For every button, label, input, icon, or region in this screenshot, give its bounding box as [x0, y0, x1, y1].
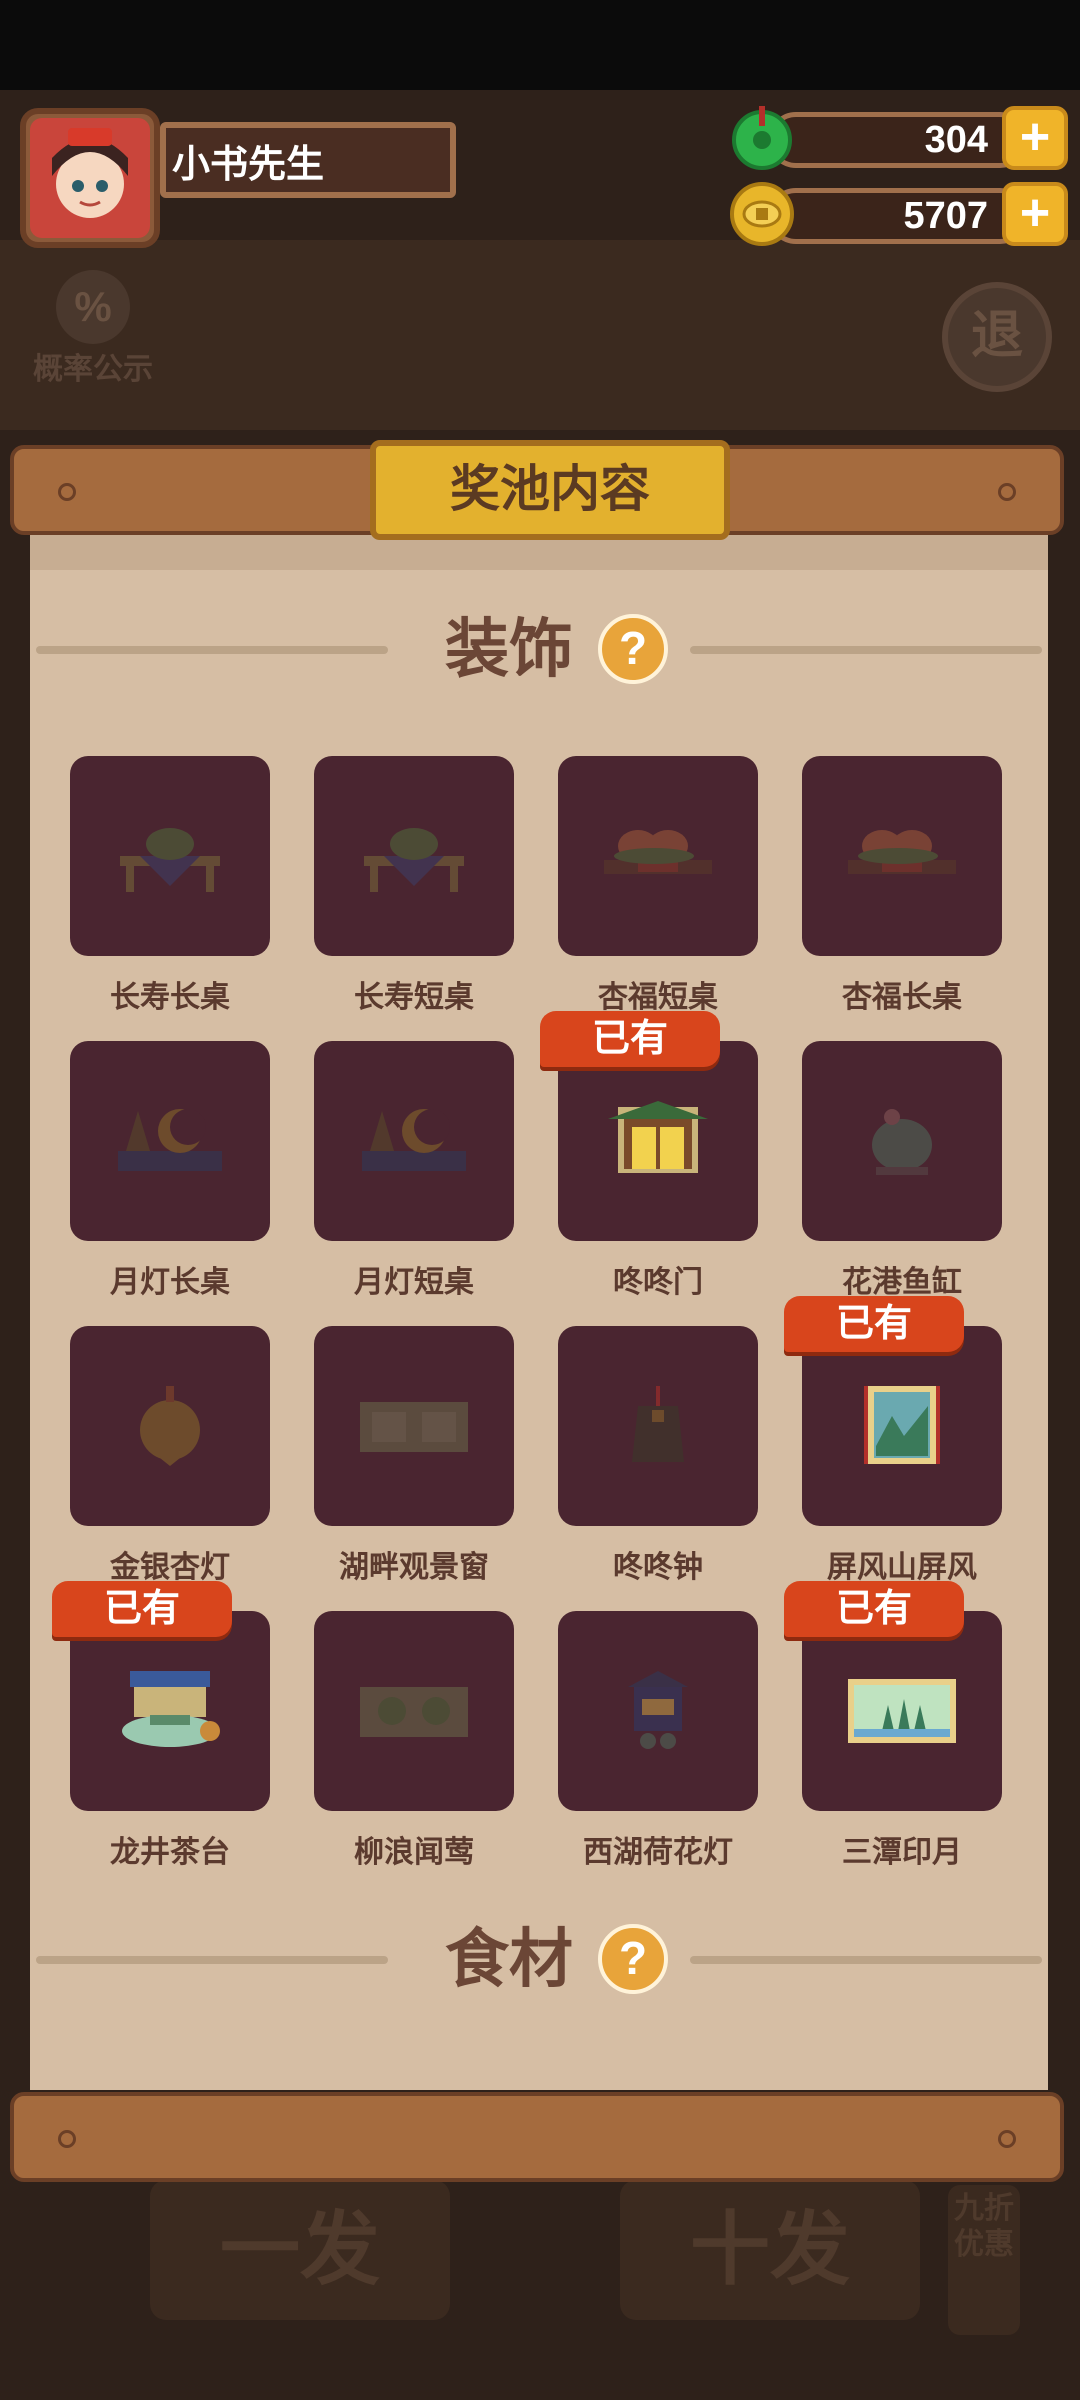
jade-bar [768, 112, 1028, 168]
item-card[interactable] [314, 1041, 514, 1241]
bolt-icon [58, 483, 76, 501]
item-name: 长寿长桌 [110, 981, 230, 1014]
bolt-icon [58, 2130, 76, 2148]
item-icon [364, 828, 464, 892]
item-icon [864, 1386, 940, 1464]
section-header-ingredients: 食材 ? [30, 1914, 1048, 2004]
item-name: 长寿短桌 [354, 981, 474, 1014]
item-icon [118, 1109, 222, 1171]
ten-draw-button[interactable]: 十发 [620, 2180, 920, 2320]
item-name: 咚咚钟 [613, 1551, 703, 1584]
discount-tag: 九折优惠 [948, 2185, 1020, 2335]
item-icon [872, 1109, 932, 1175]
add-jade-button[interactable]: + [1002, 106, 1068, 170]
item-card[interactable] [314, 1611, 514, 1811]
jade-icon [732, 106, 792, 170]
item-card[interactable] [558, 1611, 758, 1811]
gold-currency: 5707 + [728, 180, 1068, 250]
owned-badge: 已有 [52, 1581, 232, 1637]
owned-badge: 已有 [784, 1296, 964, 1352]
item-name: 柳浪闻莺 [354, 1836, 474, 1869]
probability-label: 概率公示 [33, 353, 153, 386]
item-name: 龙井茶台 [110, 1836, 230, 1869]
section-label: 食材 [445, 1923, 573, 1995]
avatar-portrait-icon [30, 118, 150, 238]
bolt-icon [998, 483, 1016, 501]
item-icon [360, 1402, 468, 1452]
gold-bar [768, 188, 1028, 244]
item-icon [120, 828, 220, 892]
bottom-scroll-beam [10, 2092, 1064, 2182]
section-header-decoration: 装饰 ? [30, 604, 1048, 694]
single-draw-button[interactable]: 一发 [150, 2180, 450, 2320]
player-avatar[interactable] [20, 108, 160, 248]
bolt-icon [998, 2130, 1016, 2148]
item-icon [362, 1109, 466, 1171]
item-card[interactable] [70, 1326, 270, 1526]
item-name: 咚咚门 [613, 1266, 703, 1299]
item-icon [848, 1679, 956, 1743]
item-card[interactable] [558, 756, 758, 956]
item-icon [848, 830, 956, 874]
exit-button[interactable]: 退 [942, 282, 1052, 392]
gold-coin-icon [730, 182, 794, 246]
item-card[interactable] [314, 756, 514, 956]
divider-line [690, 1956, 1042, 1964]
item-icon [604, 830, 712, 874]
percent-gear-icon: % [56, 270, 130, 344]
owned-badge: 已有 [784, 1581, 964, 1637]
item-name: 月灯长桌 [110, 1266, 230, 1299]
divider-line [36, 1956, 388, 1964]
player-name: 小书先生 [160, 122, 456, 198]
item-name: 西湖荷花灯 [583, 1836, 733, 1869]
panel-title: 奖池内容 [370, 440, 730, 540]
item-icon [632, 1386, 684, 1462]
help-icon[interactable]: ? [598, 1924, 668, 1994]
item-card[interactable] [70, 756, 270, 956]
jade-value: 304 [924, 119, 988, 161]
item-name: 湖畔观景窗 [339, 1551, 489, 1584]
item-name: 月灯短桌 [354, 1266, 474, 1299]
gold-value: 5707 [903, 195, 988, 237]
status-bar [0, 0, 1080, 90]
item-card[interactable] [558, 1326, 758, 1526]
item-card[interactable] [70, 1041, 270, 1241]
divider-line [690, 646, 1042, 654]
item-icon [628, 1671, 688, 1749]
probability-button[interactable]: % 概率公示 [18, 270, 168, 390]
item-card[interactable] [802, 1611, 1002, 1811]
item-icon [360, 1687, 468, 1737]
add-gold-button[interactable]: + [1002, 182, 1068, 246]
jade-currency: 304 + [728, 104, 1068, 174]
item-card[interactable] [802, 1041, 1002, 1241]
item-name: 杏福短桌 [598, 981, 718, 1014]
item-name: 屏风山屏风 [827, 1551, 977, 1584]
divider-line [36, 646, 388, 654]
item-name: 金银杏灯 [110, 1551, 230, 1584]
item-name: 花港鱼缸 [842, 1266, 962, 1299]
item-name: 三潭印月 [842, 1836, 962, 1869]
item-card[interactable] [314, 1326, 514, 1526]
item-name: 杏福长桌 [842, 981, 962, 1014]
item-card[interactable] [558, 1041, 758, 1241]
item-card[interactable] [802, 1326, 1002, 1526]
item-icon [122, 1671, 220, 1747]
section-label: 装饰 [445, 613, 573, 685]
item-card[interactable] [70, 1611, 270, 1811]
owned-badge: 已有 [540, 1011, 720, 1067]
item-icon [140, 1386, 200, 1466]
item-card[interactable] [802, 756, 1002, 956]
item-icon [608, 1101, 708, 1173]
help-icon[interactable]: ? [598, 614, 668, 684]
